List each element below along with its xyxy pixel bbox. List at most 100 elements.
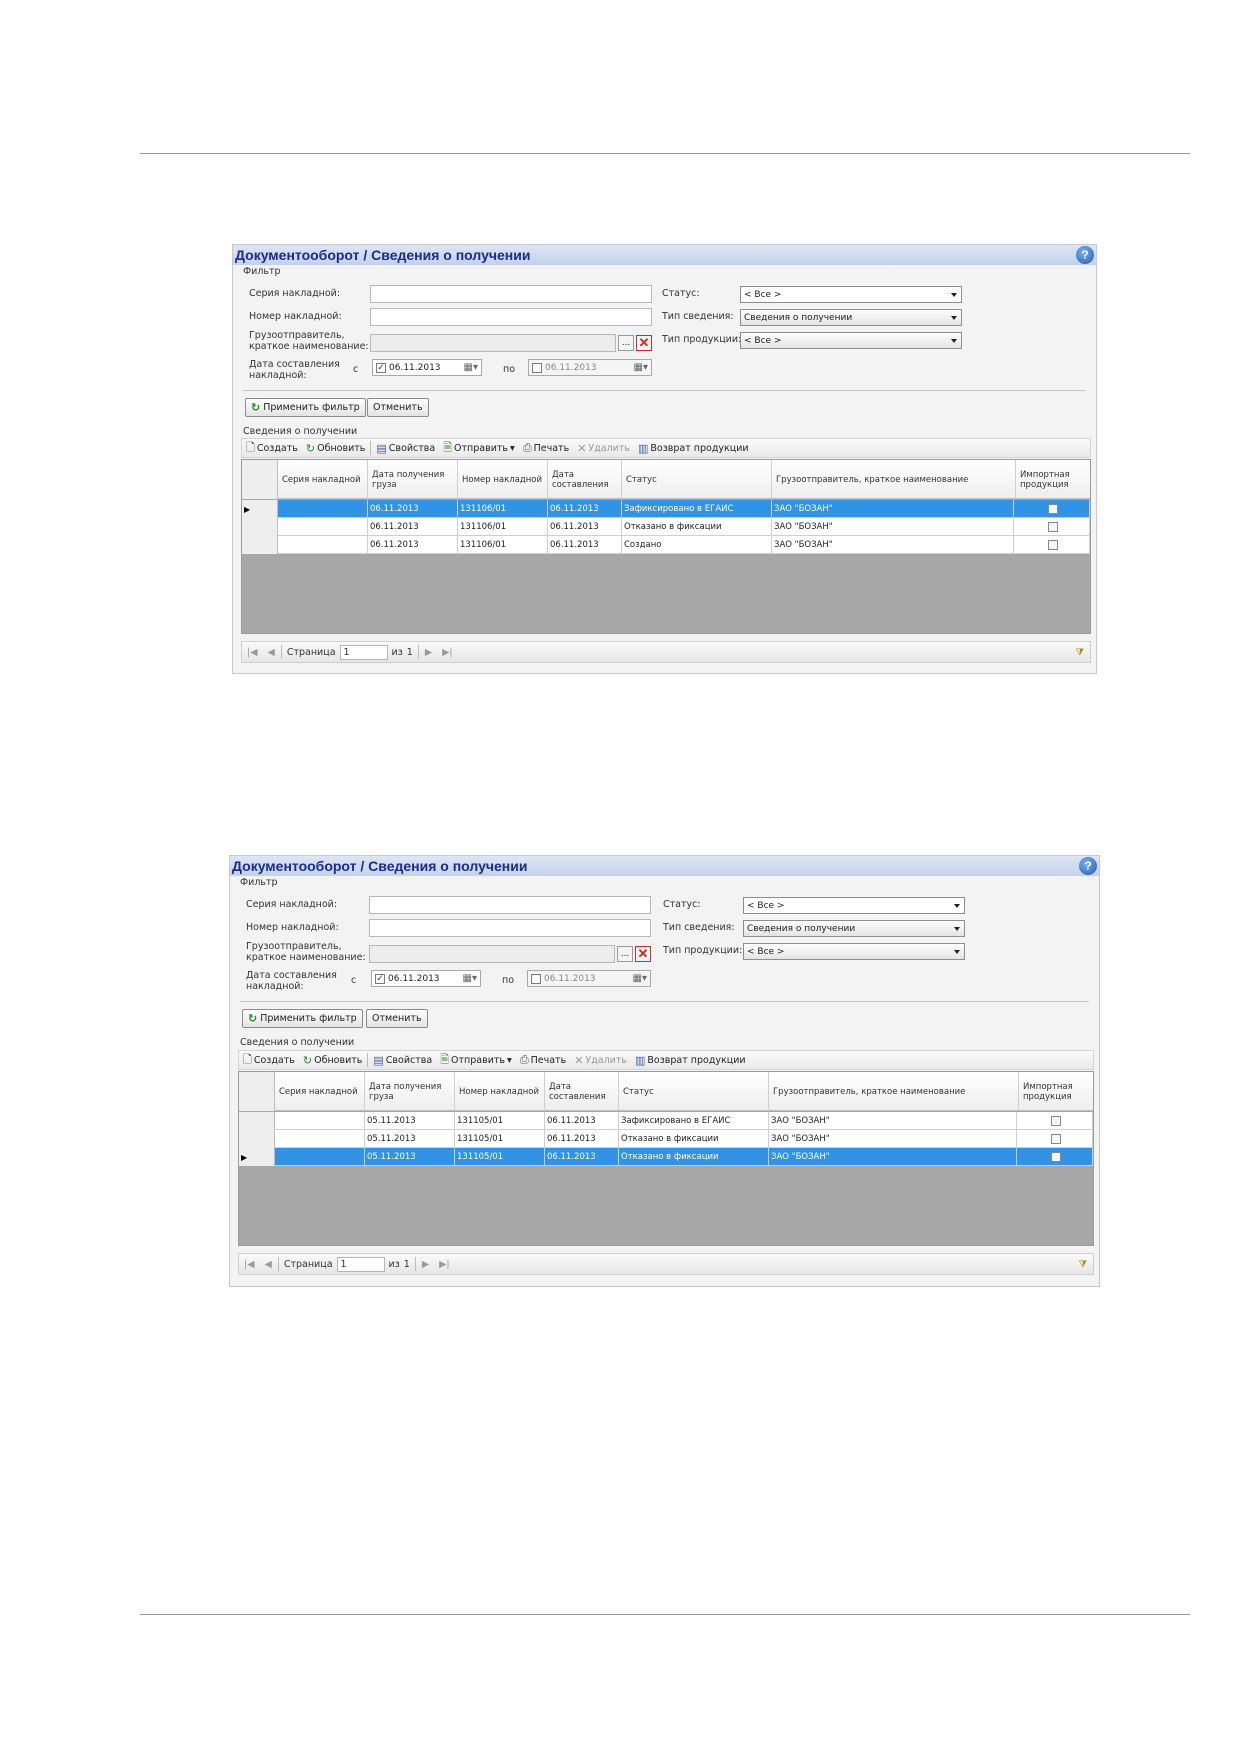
next-page-icon[interactable]: ▶: [420, 647, 437, 658]
number-input[interactable]: [369, 919, 651, 937]
section-label: Сведения о получении: [243, 426, 358, 437]
info-type-select[interactable]: Сведения о получении: [740, 309, 962, 326]
import-checkbox[interactable]: [1047, 522, 1058, 532]
info-type-select[interactable]: Сведения о получении: [743, 920, 965, 937]
clear-filter-icon[interactable]: ⧩: [1076, 647, 1084, 658]
chevron-down-icon[interactable]: ▾: [507, 1055, 512, 1066]
date-to-picker[interactable]: 06.11.2013 ▦▾: [527, 970, 651, 987]
import-checkbox[interactable]: [1047, 504, 1058, 514]
apply-filter-button[interactable]: ↻ Применить фильтр: [242, 1009, 363, 1028]
date-to-checkbox[interactable]: [531, 973, 541, 984]
send-button[interactable]: 🗎 Отправить ▾: [439, 439, 519, 458]
refresh-icon: ↻: [302, 1053, 313, 1067]
delete-button[interactable]: ✕ Удалить: [570, 1054, 631, 1067]
calendar-icon[interactable]: ▦▾: [634, 362, 648, 373]
shipper-browse-button[interactable]: ...: [618, 335, 634, 351]
page-input[interactable]: 1: [336, 1256, 385, 1272]
date-from-picker[interactable]: ✓ 06.11.2013 ▦▾: [372, 359, 482, 376]
create-button[interactable]: 🗋 Создать: [239, 1051, 299, 1070]
column-header[interactable]: Статус: [619, 1072, 769, 1111]
row-pointer-icon: ▶: [241, 1152, 248, 1162]
return-products-button[interactable]: ▥ Возврат продукции: [634, 442, 753, 455]
table-row[interactable]: ▶ 06.11.2013 131106/01 06.11.2013 Зафиксиров…: [242, 500, 1090, 518]
column-header[interactable]: Дата составления: [545, 1072, 619, 1111]
next-page-icon[interactable]: ▶: [417, 1259, 434, 1270]
cell-recv-date: 05.11.2013: [365, 1148, 455, 1166]
refresh-button[interactable]: ↻ Обновить: [299, 1054, 366, 1067]
properties-button[interactable]: ▤ Свойства: [369, 1054, 436, 1067]
table-row[interactable]: 06.11.2013 131106/01 06.11.2013 Отказано в …: [242, 518, 1090, 536]
print-button[interactable]: ⎙ Печать: [516, 1053, 570, 1067]
product-type-select[interactable]: < Все >: [743, 943, 965, 960]
prev-page-icon[interactable]: ◀: [263, 647, 280, 658]
status-select[interactable]: < Все >: [740, 286, 962, 303]
delete-button[interactable]: ✕ Удалить: [573, 442, 634, 455]
chevron-down-icon: [951, 293, 957, 297]
column-header[interactable]: Статус: [622, 460, 772, 499]
help-icon[interactable]: ?: [1079, 857, 1097, 875]
column-header[interactable]: Дата получения груза: [368, 460, 458, 499]
cancel-filter-button[interactable]: Отменить: [366, 1009, 428, 1028]
series-input[interactable]: [370, 285, 652, 303]
first-page-icon[interactable]: |◀: [239, 1259, 260, 1270]
send-button[interactable]: 🗎 Отправить ▾: [436, 1051, 516, 1070]
import-checkbox[interactable]: [1047, 540, 1058, 550]
shipper-clear-icon[interactable]: ✕: [635, 946, 651, 962]
row-header[interactable]: [242, 518, 278, 536]
row-header[interactable]: [239, 1112, 275, 1130]
date-from-picker[interactable]: ✓ 06.11.2013 ▦▾: [371, 970, 481, 987]
column-header[interactable]: Номер накладной: [458, 460, 548, 499]
date-to-picker[interactable]: 06.11.2013 ▦▾: [528, 359, 652, 376]
column-header[interactable]: Грузоотправитель, краткое наименование: [769, 1072, 1019, 1111]
column-header[interactable]: Импортная продукция: [1016, 460, 1090, 499]
row-header[interactable]: ▶: [242, 500, 278, 518]
return-products-button[interactable]: ▥ Возврат продукции: [631, 1054, 750, 1067]
date-from-checkbox[interactable]: ✓: [375, 973, 385, 984]
table-row[interactable]: 06.11.2013 131106/01 06.11.2013 Создано ЗАО …: [242, 536, 1090, 554]
table-row[interactable]: ▶ 05.11.2013 131105/01 06.11.2013 Отказано в…: [239, 1148, 1093, 1166]
row-header[interactable]: [242, 536, 278, 554]
print-button[interactable]: ⎙ Печать: [519, 441, 573, 455]
properties-button[interactable]: ▤ Свойства: [372, 442, 439, 455]
date-to-checkbox[interactable]: [532, 362, 542, 373]
calendar-icon[interactable]: ▦▾: [464, 362, 478, 373]
column-header[interactable]: Серия накладной: [278, 460, 368, 499]
import-checkbox[interactable]: [1050, 1134, 1061, 1144]
import-checkbox[interactable]: [1050, 1116, 1061, 1126]
column-header[interactable]: Серия накладной: [275, 1072, 365, 1111]
prev-page-icon[interactable]: ◀: [260, 1259, 277, 1270]
number-input[interactable]: [370, 308, 652, 326]
table-row[interactable]: 05.11.2013 131105/01 06.11.2013 Отказано в …: [239, 1130, 1093, 1148]
first-page-icon[interactable]: |◀: [242, 647, 263, 658]
last-page-icon[interactable]: ▶|: [434, 1259, 455, 1270]
delete-icon: ✕: [577, 441, 587, 455]
clear-filter-icon[interactable]: ⧩: [1079, 1259, 1087, 1270]
create-button[interactable]: 🗋 Создать: [242, 439, 302, 458]
help-icon[interactable]: ?: [1076, 246, 1094, 264]
cancel-filter-button[interactable]: Отменить: [367, 398, 429, 417]
column-header[interactable]: Дата получения груза: [365, 1072, 455, 1111]
page-input[interactable]: 1: [339, 644, 388, 660]
row-header[interactable]: [239, 1130, 275, 1148]
table-row[interactable]: 05.11.2013 131105/01 06.11.2013 Зафиксирова…: [239, 1112, 1093, 1130]
column-header[interactable]: Грузоотправитель, краткое наименование: [772, 460, 1016, 499]
last-page-icon[interactable]: ▶|: [437, 647, 458, 658]
shipper-input: [370, 334, 616, 352]
product-type-select[interactable]: < Все >: [740, 332, 962, 349]
column-header[interactable]: Номер накладной: [455, 1072, 545, 1111]
cell-shipper: ЗАО "БОЗАН": [769, 1112, 1017, 1130]
status-select[interactable]: < Все >: [743, 897, 965, 914]
apply-filter-button[interactable]: ↻ Применить фильтр: [245, 398, 366, 417]
calendar-icon[interactable]: ▦▾: [463, 973, 477, 984]
import-checkbox[interactable]: [1050, 1152, 1061, 1162]
calendar-icon[interactable]: ▦▾: [633, 973, 647, 984]
shipper-clear-icon[interactable]: ✕: [636, 335, 652, 351]
refresh-button[interactable]: ↻ Обновить: [302, 442, 369, 455]
date-from-checkbox[interactable]: ✓: [376, 362, 386, 373]
series-input[interactable]: [369, 896, 651, 914]
column-header[interactable]: Дата составления: [548, 460, 622, 499]
shipper-browse-button[interactable]: ...: [617, 946, 633, 962]
row-header[interactable]: ▶: [239, 1148, 275, 1166]
chevron-down-icon[interactable]: ▾: [510, 443, 515, 454]
column-header[interactable]: Импортная продукция: [1019, 1072, 1093, 1111]
